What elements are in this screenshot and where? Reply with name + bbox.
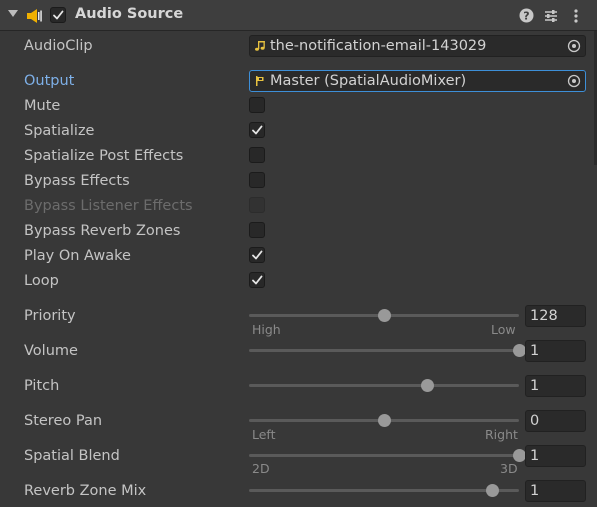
priority-min-label: High [252,322,281,337]
audio-source-inspector: Audio Source ? AudioClip the-notificatio… [0,0,597,507]
check-icon [252,275,263,285]
stereo-pan-label: Stereo Pan [24,413,103,429]
spatialize-label: Spatialize [24,123,95,139]
reverb-zone-mix-label: Reverb Zone Mix [24,483,147,499]
bypass-listener-effects-label: Bypass Listener Effects [24,198,193,214]
mixer-group-icon [256,76,264,86]
menu-icon[interactable] [568,8,584,24]
help-icon[interactable]: ? [519,8,534,23]
spatial-blend-slider[interactable] [249,449,526,462]
check-icon [53,10,64,20]
pitch-value: 1 [530,378,540,394]
object-picker-icon[interactable] [567,74,581,88]
stereo-pan-value: 0 [530,413,540,429]
svg-text:?: ? [523,10,529,23]
component-title: Audio Source [75,6,184,22]
music-note-icon [255,41,265,51]
mute-checkbox[interactable] [249,97,265,113]
loop-checkbox[interactable] [249,272,265,288]
component-enabled-checkbox[interactable] [50,7,66,23]
volume-label: Volume [24,343,78,359]
pitch-label: Pitch [24,378,60,394]
stereo-pan-input[interactable]: 0 [525,410,586,432]
component-header[interactable]: Audio Source ? [0,0,597,31]
spatial-blend-input[interactable]: 1 [525,445,586,467]
foldout-arrow-icon[interactable] [8,10,18,17]
bypass-effects-checkbox[interactable] [249,172,265,188]
audio-clip-label: AudioClip [24,38,93,54]
loop-label: Loop [24,273,59,289]
check-icon [252,125,263,135]
audio-clip-field[interactable]: the-notification-email-143029 [249,35,586,57]
audio-clip-value: the-notification-email-143029 [270,38,487,54]
spatial-blend-max-label: 3D [500,461,518,476]
stereo-pan-slider[interactable] [249,414,519,427]
output-value: Master (SpatialAudioMixer) [270,73,467,89]
pitch-slider[interactable] [249,379,519,392]
check-icon [252,250,263,260]
stereo-pan-slider-thumb[interactable] [378,414,391,427]
priority-label: Priority [24,308,76,324]
mute-label: Mute [24,98,61,114]
object-picker-icon[interactable] [567,39,581,53]
speaker-icon [27,9,42,23]
reverb-zone-mix-input[interactable]: 1 [525,480,586,502]
spatial-blend-label: Spatial Blend [24,448,120,464]
priority-value: 128 [530,308,558,324]
spatial-blend-min-label: 2D [252,461,270,476]
spatial-blend-value: 1 [530,448,540,464]
play-on-awake-checkbox[interactable] [249,247,265,263]
reverb-zone-mix-slider-thumb[interactable] [486,484,499,497]
pitch-slider-thumb[interactable] [421,379,435,392]
bypass-reverb-zones-label: Bypass Reverb Zones [24,223,181,239]
volume-value: 1 [530,343,540,359]
volume-slider[interactable] [249,344,526,357]
reverb-zone-mix-value: 1 [530,483,540,499]
reverb-zone-mix-slider[interactable] [249,484,519,497]
stereo-pan-max-label: Right [485,427,518,442]
volume-input[interactable]: 1 [525,340,586,362]
spatialize-checkbox[interactable] [249,122,265,138]
priority-slider-thumb[interactable] [378,309,391,322]
spatialize-post-effects-checkbox[interactable] [249,147,265,163]
pitch-input[interactable]: 1 [525,375,586,397]
preset-icon[interactable] [543,8,559,24]
bypass-listener-effects-checkbox [249,197,265,213]
output-field[interactable]: Master (SpatialAudioMixer) [249,70,586,92]
bypass-reverb-zones-checkbox[interactable] [249,222,265,238]
spatialize-post-effects-label: Spatialize Post Effects [24,148,184,164]
play-on-awake-label: Play On Awake [24,248,131,264]
priority-max-label: Low [491,322,516,337]
priority-slider[interactable] [249,309,519,322]
output-label: Output [24,73,75,89]
bypass-effects-label: Bypass Effects [24,173,130,189]
stereo-pan-min-label: Left [252,427,276,442]
priority-input[interactable]: 128 [525,305,586,327]
